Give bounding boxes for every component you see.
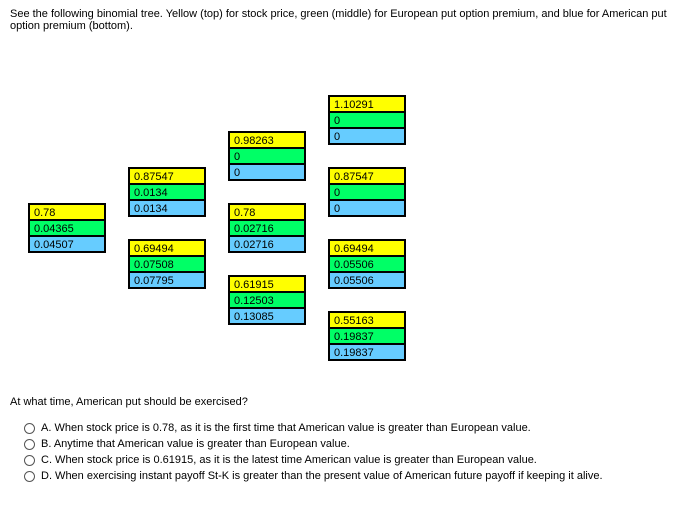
stock-price: 0.78: [229, 204, 305, 220]
stock-price: 1.10291: [329, 96, 405, 112]
stock-price: 0.78: [29, 204, 105, 220]
am-put-premium: 0: [229, 164, 305, 180]
radio-icon: [24, 471, 35, 482]
eu-put-premium: 0.04365: [29, 220, 105, 236]
node-t1-up: 0.87547 0.0134 0.0134: [128, 167, 206, 217]
am-put-premium: 0.0134: [129, 200, 205, 216]
option-d[interactable]: D. When exercising instant payoff St-K i…: [24, 470, 675, 482]
radio-icon: [24, 423, 35, 434]
stock-price: 0.87547: [129, 168, 205, 184]
am-put-premium: 0.19837: [329, 344, 405, 360]
node-t1-dn: 0.69494 0.07508 0.07795: [128, 239, 206, 289]
am-put-premium: 0.05506: [329, 272, 405, 288]
node-t2-dd: 0.61915 0.12503 0.13085: [228, 275, 306, 325]
eu-put-premium: 0.05506: [329, 256, 405, 272]
eu-put-premium: 0: [329, 184, 405, 200]
option-label: C. When stock price is 0.61915, as it is…: [41, 454, 537, 466]
node-t3-uud: 0.87547 0 0: [328, 167, 406, 217]
am-put-premium: 0.02716: [229, 236, 305, 252]
option-label: A. When stock price is 0.78, as it is th…: [41, 422, 531, 434]
option-b[interactable]: B. Anytime that American value is greate…: [24, 438, 675, 450]
radio-icon: [24, 439, 35, 450]
node-t2-ud: 0.78 0.02716 0.02716: [228, 203, 306, 253]
binomial-tree: 0.78 0.04365 0.04507 0.87547 0.0134 0.01…: [0, 40, 685, 390]
option-label: D. When exercising instant payoff St-K i…: [41, 470, 603, 482]
eu-put-premium: 0.02716: [229, 220, 305, 236]
stock-price: 0.61915: [229, 276, 305, 292]
option-a[interactable]: A. When stock price is 0.78, as it is th…: [24, 422, 675, 434]
node-t0-root: 0.78 0.04365 0.04507: [28, 203, 106, 253]
eu-put-premium: 0.07508: [129, 256, 205, 272]
node-t3-udd: 0.69494 0.05506 0.05506: [328, 239, 406, 289]
radio-icon: [24, 455, 35, 466]
option-c[interactable]: C. When stock price is 0.61915, as it is…: [24, 454, 675, 466]
stock-price: 0.98263: [229, 132, 305, 148]
eu-put-premium: 0: [229, 148, 305, 164]
stock-price: 0.55163: [329, 312, 405, 328]
eu-put-premium: 0.19837: [329, 328, 405, 344]
node-t3-ddd: 0.55163 0.19837 0.19837: [328, 311, 406, 361]
stock-price: 0.87547: [329, 168, 405, 184]
node-t2-uu: 0.98263 0 0: [228, 131, 306, 181]
option-label: B. Anytime that American value is greate…: [41, 438, 350, 450]
am-put-premium: 0.07795: [129, 272, 205, 288]
question-text: At what time, American put should be exe…: [0, 390, 685, 418]
options-group: A. When stock price is 0.78, as it is th…: [0, 422, 685, 496]
eu-put-premium: 0: [329, 112, 405, 128]
node-t3-uuu: 1.10291 0 0: [328, 95, 406, 145]
stock-price: 0.69494: [329, 240, 405, 256]
am-put-premium: 0: [329, 200, 405, 216]
eu-put-premium: 0.0134: [129, 184, 205, 200]
stock-price: 0.69494: [129, 240, 205, 256]
instruction-text: See the following binomial tree. Yellow …: [0, 0, 685, 40]
eu-put-premium: 0.12503: [229, 292, 305, 308]
am-put-premium: 0: [329, 128, 405, 144]
am-put-premium: 0.13085: [229, 308, 305, 324]
am-put-premium: 0.04507: [29, 236, 105, 252]
